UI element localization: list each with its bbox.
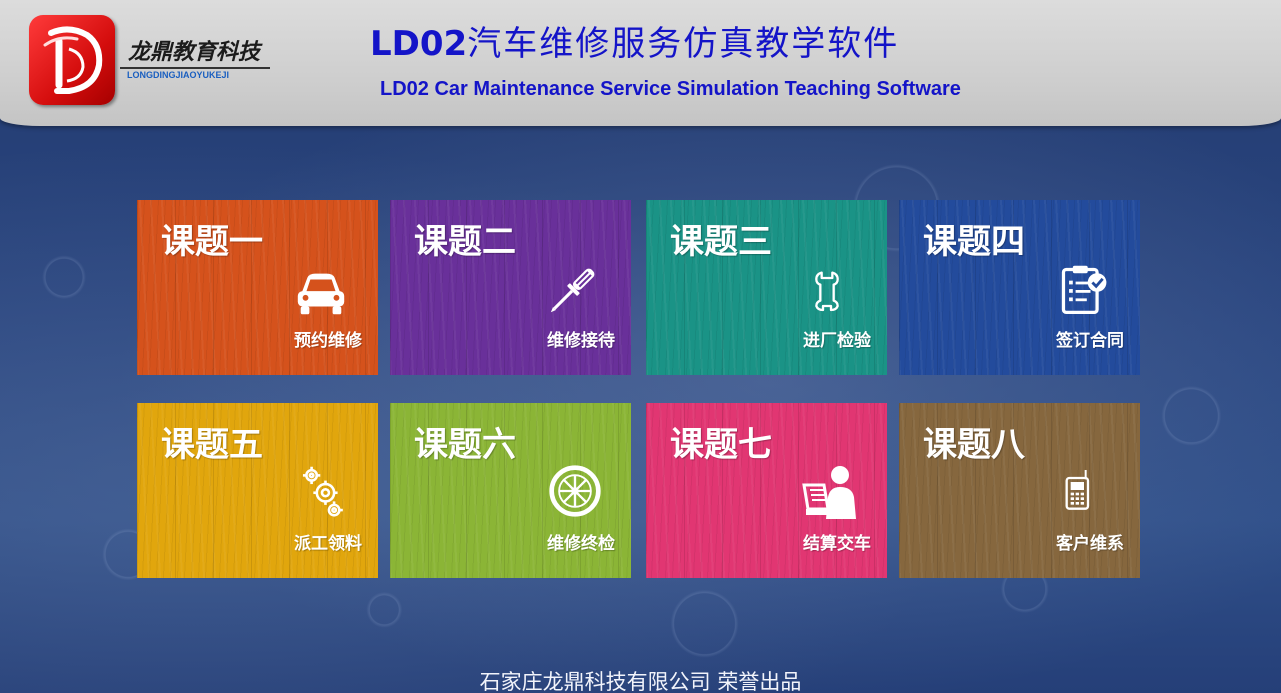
header-bar: 龙鼎教育科技 LONGDINGJIAOYUKEJI LD02汽车维修服务仿真教学… xyxy=(0,0,1281,126)
tile-label: 派工领料 xyxy=(294,534,362,554)
tile-topic-4[interactable]: 课题四 签订合同 xyxy=(899,200,1140,375)
tile-title: 课题三 xyxy=(670,222,772,262)
tile-label: 维修终检 xyxy=(547,534,615,554)
wrench-icon xyxy=(815,271,839,312)
tile-title: 课题六 xyxy=(414,425,516,465)
tile-topic-5[interactable]: 课题五 派工领料 xyxy=(137,403,378,578)
gears-icon xyxy=(302,466,343,517)
person-laptop-icon xyxy=(802,466,856,519)
car-icon xyxy=(297,273,345,315)
app-title-cn-text: 汽车维修服务仿真教学软件 xyxy=(467,24,900,64)
tile-topic-3[interactable]: 课题三 进厂检验 xyxy=(646,200,887,375)
tile-label: 签订合同 xyxy=(1056,331,1124,351)
app-title-en: LD02 Car Maintenance Service Simulation … xyxy=(380,78,961,100)
tile-title: 课题七 xyxy=(670,425,772,465)
tile-topic-1[interactable]: 课题一 预约维修 xyxy=(137,200,378,375)
tile-title: 课题一 xyxy=(161,222,263,262)
logo-divider xyxy=(120,67,270,69)
tile-label: 进厂检验 xyxy=(803,331,871,351)
tile-label: 结算交车 xyxy=(803,534,871,554)
logo-company-pinyin: LONGDINGJIAOYUKEJI xyxy=(127,70,230,80)
logo-company-name: 龙鼎教育科技 xyxy=(128,40,261,65)
tile-topic-6[interactable]: 课题六 维修终检 xyxy=(390,403,631,578)
tile-title: 课题五 xyxy=(161,425,263,465)
tile-topic-7[interactable]: 课题七 结算交车 xyxy=(646,403,887,578)
app-screen: 龙鼎教育科技 LONGDINGJIAOYUKEJI LD02汽车维修服务仿真教学… xyxy=(0,0,1281,693)
contract-icon xyxy=(1061,265,1107,315)
tile-title: 课题八 xyxy=(923,425,1025,465)
footer-credit: 石家庄龙鼎科技有限公司 荣誉出品 xyxy=(479,670,802,693)
tile-topic-2[interactable]: 课题二 维修接待 xyxy=(390,200,631,375)
tile-label: 预约维修 xyxy=(294,331,362,351)
app-title-prefix: LD02 xyxy=(370,24,468,64)
tile-title: 课题二 xyxy=(414,222,516,262)
phone-icon xyxy=(1065,470,1090,510)
tile-topic-8[interactable]: 课题八 客户维系 xyxy=(899,403,1140,578)
app-title-cn: LD02汽车维修服务仿真教学软件 xyxy=(370,16,899,65)
screwdriver-icon xyxy=(550,268,595,313)
logo-icon xyxy=(29,15,115,105)
tile-label: 客户维系 xyxy=(1056,534,1124,554)
wheel-icon xyxy=(549,465,601,517)
tile-label: 维修接待 xyxy=(547,331,615,351)
tile-title: 课题四 xyxy=(923,222,1025,262)
